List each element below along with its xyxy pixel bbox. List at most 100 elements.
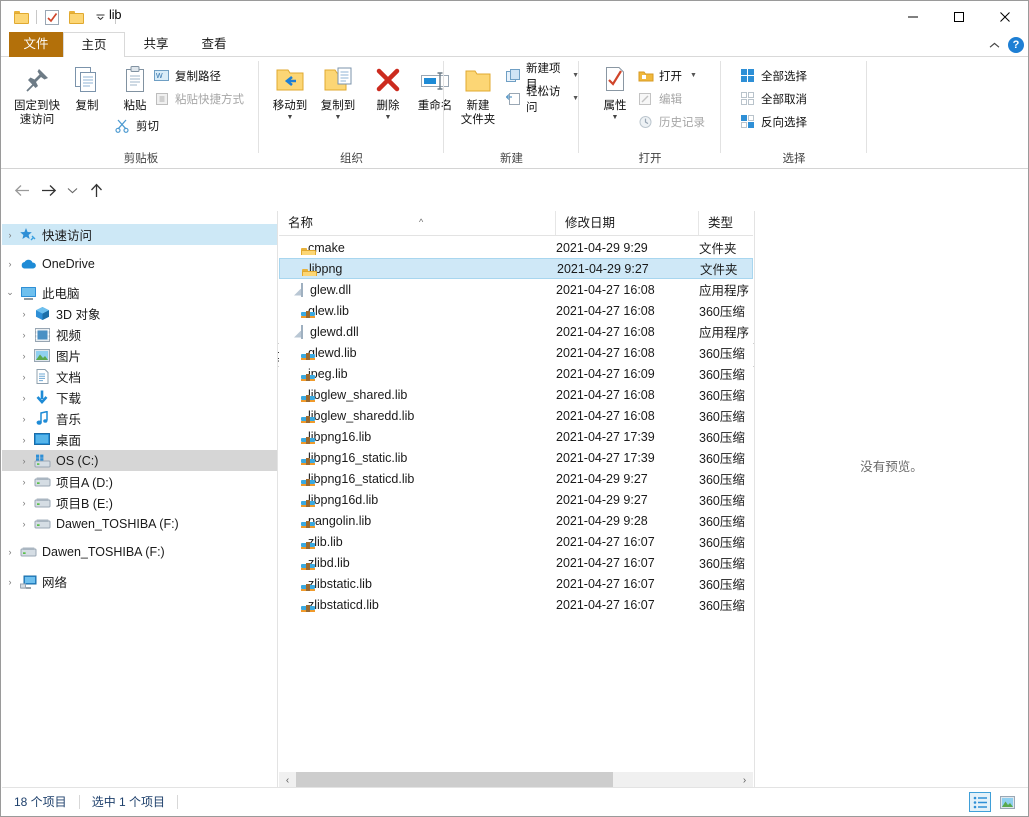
sidebar-item-drive-f[interactable]: › Dawen_TOSHIBA (F:)	[2, 541, 277, 562]
close-button[interactable]	[982, 1, 1028, 32]
chevron-right-icon[interactable]: ›	[16, 351, 32, 361]
tab-file[interactable]: 文件	[9, 32, 63, 57]
chevron-up-icon[interactable]	[989, 38, 1000, 52]
sidebar-item-onedrive[interactable]: › OneDrive	[2, 253, 277, 274]
chevron-right-icon[interactable]: ›	[16, 456, 32, 466]
chevron-right-icon[interactable]: ›	[2, 577, 18, 587]
file-list-pane[interactable]: 名称 ^ 修改日期 类型 cmake 2021-04-29 9:29 文件夹 libp…	[279, 211, 753, 789]
ribbon-button-paste-shortcut[interactable]: 粘贴快捷方式	[153, 88, 244, 109]
ribbon-group-label-clipboard: 剪贴板	[123, 153, 159, 165]
sidebar-item-this-pc[interactable]: ⌄ 此电脑	[2, 282, 277, 303]
sidebar-item-documents[interactable]: › 文档	[2, 366, 277, 387]
chevron-right-icon[interactable]: ›	[16, 519, 32, 529]
document-icon	[32, 369, 52, 384]
back-button[interactable]	[11, 179, 33, 201]
chevron-right-icon[interactable]: ›	[2, 230, 18, 240]
table-row[interactable]: jpeg.lib 2021-04-27 16:09 360压缩	[279, 363, 753, 384]
ribbon-button-copy-path[interactable]: W 复制路径	[153, 65, 221, 86]
chevron-right-icon[interactable]: ›	[2, 259, 18, 269]
qat-folder-icon[interactable]	[9, 6, 33, 29]
sidebar-item-drive-e[interactable]: › 项目B (E:)	[2, 492, 277, 513]
sidebar-item-network[interactable]: › 网络	[2, 571, 277, 592]
chevron-right-icon[interactable]: ›	[2, 547, 18, 557]
ribbon-button-history[interactable]: 历史记录	[637, 111, 705, 132]
ribbon-button-easy-access[interactable]: 轻松访问 ▼	[506, 86, 579, 114]
sidebar-item-videos[interactable]: › 视频	[2, 324, 277, 345]
column-header-type[interactable]: 类型	[699, 211, 753, 235]
table-row[interactable]: zlib.lib 2021-04-27 16:07 360压缩	[279, 531, 753, 552]
ribbon-button-cut[interactable]: 剪切	[114, 115, 159, 136]
column-header-date[interactable]: 修改日期	[556, 211, 699, 235]
chevron-down-icon[interactable]: ⌄	[2, 287, 18, 298]
ribbon-button-properties[interactable]: 属性 ▼	[587, 61, 643, 121]
ribbon-button-open[interactable]: 打开 ▼	[637, 65, 697, 86]
ribbon-button-invert-selection[interactable]: 反向选择	[739, 111, 807, 132]
preview-message: 没有预览。	[860, 459, 923, 474]
table-row[interactable]: libpng 2021-04-29 9:27 文件夹	[279, 258, 753, 279]
ribbon-button-new-folder[interactable]: 新建 文件夹	[450, 61, 506, 127]
details-view-button[interactable]	[969, 792, 991, 812]
ribbon-button-pin-to-quick-access[interactable]: 固定到快 速访问	[9, 61, 65, 127]
table-row[interactable]: glew.dll 2021-04-27 16:08 应用程序	[279, 279, 753, 300]
table-row[interactable]: libpng16.lib 2021-04-27 17:39 360压缩	[279, 426, 753, 447]
table-row[interactable]: libpng16_staticd.lib 2021-04-29 9:27 360压缩	[279, 468, 753, 489]
recent-locations-button[interactable]	[63, 179, 81, 201]
ribbon-button-select-none[interactable]: 全部取消	[739, 88, 807, 109]
sidebar-item-drive-f-nested[interactable]: › Dawen_TOSHIBA (F:)	[2, 513, 277, 534]
sidebar-item-pictures[interactable]: › 图片	[2, 345, 277, 366]
paste-shortcut-icon	[153, 90, 170, 107]
table-row[interactable]: glewd.lib 2021-04-27 16:08 360压缩	[279, 342, 753, 363]
up-button[interactable]	[85, 179, 107, 201]
tab-view[interactable]: 查看	[187, 32, 241, 57]
file-name-cell: libpng16_static.lib	[279, 451, 549, 465]
sidebar-item-desktop[interactable]: › 桌面	[2, 429, 277, 450]
ribbon-caret-properties[interactable]: ▼	[587, 114, 643, 121]
table-row[interactable]: libpng16_static.lib 2021-04-27 17:39 360压缩	[279, 447, 753, 468]
chevron-right-icon[interactable]: ›	[16, 477, 32, 487]
table-row[interactable]: glew.lib 2021-04-27 16:08 360压缩	[279, 300, 753, 321]
sidebar-item-os-c[interactable]: › OS (C:)	[2, 450, 277, 471]
chevron-right-icon[interactable]: ›	[16, 435, 32, 445]
file-type-cell: 360压缩	[699, 305, 745, 319]
qat-new-folder-icon[interactable]	[64, 6, 88, 29]
ribbon-caret-open[interactable]: ▼	[690, 72, 697, 79]
help-button[interactable]: ?	[1008, 36, 1024, 53]
table-row[interactable]: libglew_shared.lib 2021-04-27 16:08 360压缩	[279, 384, 753, 405]
table-row[interactable]: zlibstatic.lib 2021-04-27 16:07 360压缩	[279, 573, 753, 594]
chevron-right-icon[interactable]: ›	[16, 498, 32, 508]
large-icons-view-button[interactable]	[996, 792, 1018, 812]
sidebar-item-drive-d[interactable]: › 项目A (D:)	[2, 471, 277, 492]
column-header-name[interactable]: 名称 ^	[279, 211, 556, 235]
sidebar-item-music[interactable]: › 音乐	[2, 408, 277, 429]
ribbon-caret-copy-to[interactable]: ▼	[310, 114, 366, 121]
chevron-right-icon[interactable]: ›	[16, 393, 32, 403]
maximize-button[interactable]	[936, 1, 982, 32]
minimize-button[interactable]	[890, 1, 936, 32]
table-row[interactable]: cmake 2021-04-29 9:29 文件夹	[279, 237, 753, 258]
ribbon-caret-delete[interactable]: ▼	[360, 114, 416, 121]
qat-properties-icon[interactable]	[40, 6, 64, 29]
chevron-right-icon[interactable]: ›	[16, 414, 32, 424]
ribbon-button-copy-to[interactable]: 复制到 ▼	[310, 61, 366, 121]
ribbon-button-select-all[interactable]: 全部选择	[739, 65, 807, 86]
forward-button[interactable]	[38, 179, 60, 201]
table-row[interactable]: libglew_sharedd.lib 2021-04-27 16:08 360压缩	[279, 405, 753, 426]
chevron-right-icon[interactable]: ›	[16, 372, 32, 382]
table-row[interactable]: zlibd.lib 2021-04-27 16:07 360压缩	[279, 552, 753, 573]
tab-share[interactable]: 共享	[129, 32, 183, 57]
tab-home[interactable]: 主页	[63, 32, 125, 58]
table-row[interactable]: glewd.dll 2021-04-27 16:08 应用程序	[279, 321, 753, 342]
chevron-right-icon[interactable]: ›	[16, 309, 32, 319]
file-date-cell: 2021-04-27 16:08	[556, 387, 655, 402]
sidebar-item-downloads[interactable]: › 下载	[2, 387, 277, 408]
table-row[interactable]: zlibstaticd.lib 2021-04-27 16:07 360压缩	[279, 594, 753, 615]
file-name-cell: libglew_sharedd.lib	[279, 409, 549, 423]
table-row[interactable]: pangolin.lib 2021-04-29 9:28 360压缩	[279, 510, 753, 531]
navigation-pane[interactable]: › 快速访问 › OneDrive ⌄ 此电脑 › 3D 对象 › 视频 › 图…	[2, 211, 278, 789]
chevron-right-icon[interactable]: ›	[16, 330, 32, 340]
ribbon-button-edit[interactable]: 编辑	[637, 88, 682, 109]
table-row[interactable]: libpng16d.lib 2021-04-29 9:27 360压缩	[279, 489, 753, 510]
file-list-rows[interactable]: cmake 2021-04-29 9:29 文件夹 libpng 2021-04-29 …	[279, 237, 753, 777]
sidebar-item-3d-objects[interactable]: › 3D 对象	[2, 303, 277, 324]
sidebar-item-quick-access[interactable]: › 快速访问	[2, 224, 277, 245]
